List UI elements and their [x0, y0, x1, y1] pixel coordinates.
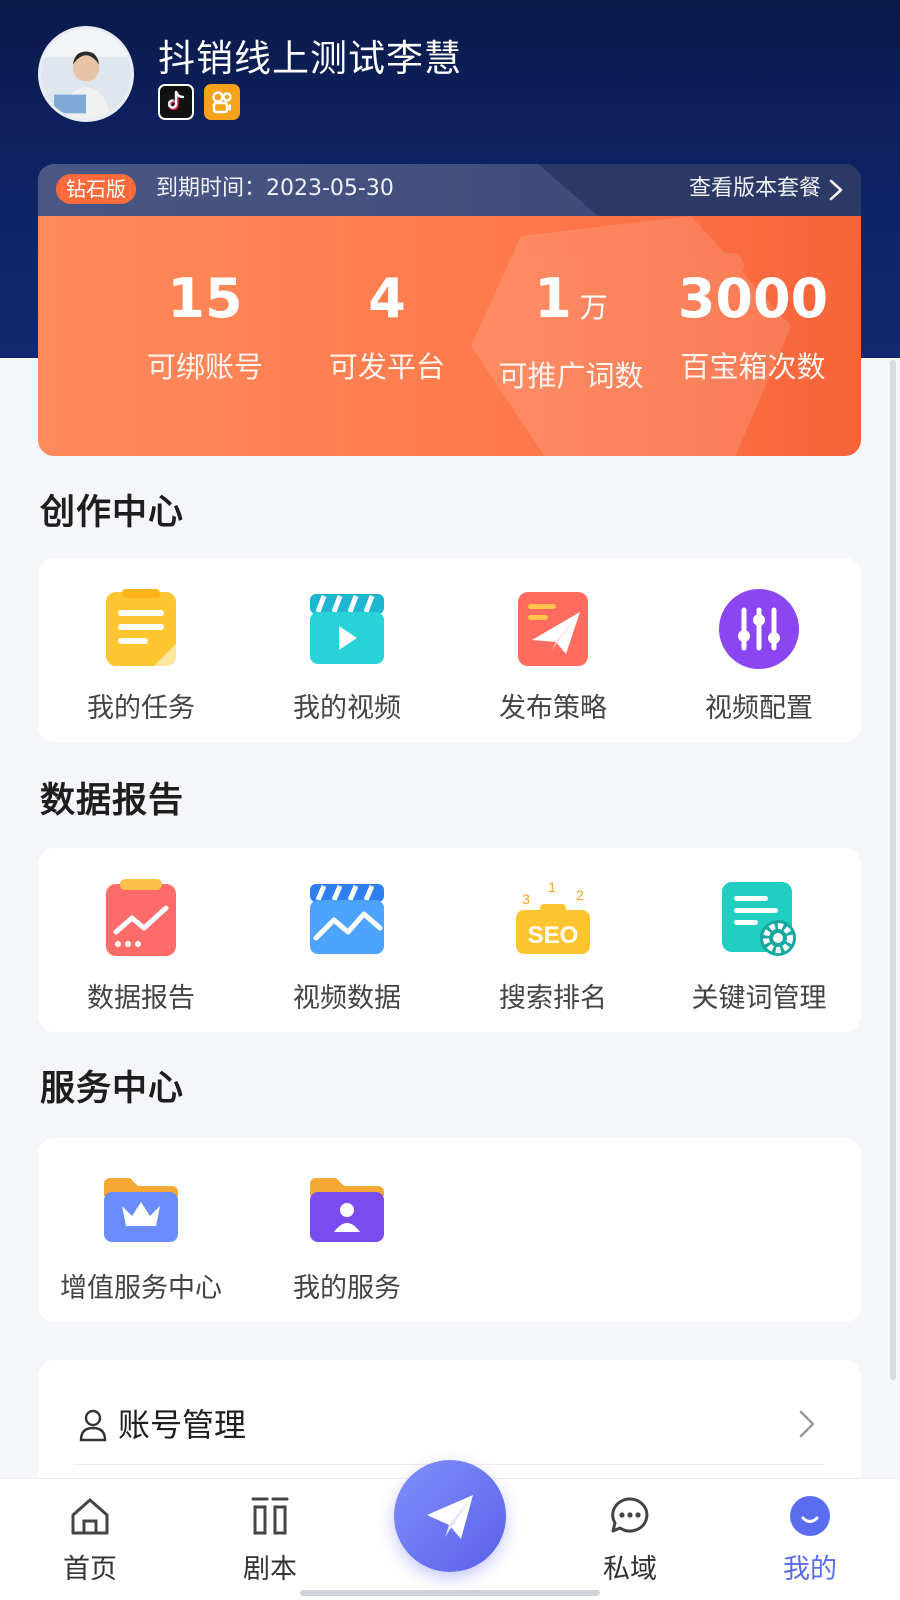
stat-toolbox: 3000 百宝箱次数: [658, 268, 848, 386]
paper-plane-icon: [518, 592, 588, 666]
section-title-service: 服务中心: [40, 1069, 185, 1109]
seo-rank-2: 2: [576, 887, 584, 903]
home-icon: [71, 1498, 109, 1535]
stat-label: 可绑账号: [146, 350, 263, 384]
tile-label: 关键词管理: [691, 983, 827, 1014]
scrollbar[interactable]: [890, 360, 896, 1380]
tile-my-services[interactable]: 我的服务: [244, 1168, 450, 1305]
tile-label: 发布策略: [499, 693, 607, 724]
section-title-creation: 创作中心: [40, 493, 185, 533]
seo-rank-3: 3: [522, 891, 530, 907]
user-photo-icon: [41, 29, 131, 119]
tile-my-videos[interactable]: 我的视频: [244, 588, 450, 725]
tab-label: 私域: [603, 1554, 657, 1585]
view-plan-link[interactable]: 查看版本套餐: [689, 174, 821, 204]
tile-label: 我的服务: [293, 1273, 401, 1304]
stat-accounts: 15 可绑账号: [110, 268, 300, 386]
chat-bubble-icon: [611, 1497, 649, 1533]
membership-stats: 15 可绑账号 4 可发平台 1万 可推广词数 3000 百宝箱次数: [38, 216, 861, 456]
script-icon: [251, 1497, 289, 1535]
sliders-icon: [719, 589, 799, 669]
user-outline-icon: [79, 1409, 107, 1442]
tab-label: 剧本: [243, 1554, 297, 1585]
chevron-right-icon: [799, 1410, 815, 1438]
stat-value: 4: [368, 267, 406, 330]
profile-icon: [790, 1496, 830, 1536]
stat-label: 百宝箱次数: [680, 350, 826, 384]
tab-label: 首页: [63, 1554, 117, 1585]
account-management-label: 账号管理: [118, 1406, 247, 1444]
expire-date: 到期时间：2023-05-30: [156, 176, 394, 201]
douyin-icon: [158, 84, 194, 120]
stat-value: 3000: [677, 267, 829, 330]
video-data-icon: [310, 884, 384, 954]
seo-icon: 1 2 3 SEO: [516, 879, 590, 954]
report-chart-icon: [106, 879, 176, 956]
tab-mine[interactable]: 我的: [750, 1493, 870, 1586]
section-title-data: 数据报告: [40, 781, 185, 821]
tile-label: 我的视频: [293, 693, 401, 724]
tile-video-config[interactable]: 视频配置: [656, 588, 862, 725]
tile-keyword-management[interactable]: 关键词管理: [656, 878, 862, 1015]
tile-video-data[interactable]: 视频数据: [244, 878, 450, 1015]
tile-label: 视频配置: [705, 693, 813, 724]
tab-private-domain[interactable]: 私域: [570, 1493, 690, 1586]
tab-label: 我的: [783, 1554, 837, 1585]
avatar[interactable]: [38, 26, 134, 122]
tile-label: 增值服务中心: [60, 1273, 222, 1304]
person-folder-icon: [310, 1178, 384, 1242]
seo-rank-1: 1: [548, 879, 556, 895]
task-note-icon: [106, 589, 176, 666]
creation-panel: 我的任务 我的视频 发布策略 视频配置: [38, 558, 861, 742]
kuaishou-icon: [204, 84, 240, 120]
data-panel: 数据报告 视频数据 1 2 3 SEO 搜索排名 关键词管理: [38, 848, 861, 1032]
stat-label: 可推广词数: [498, 359, 644, 393]
membership-strip: 钻石版 到期时间：2023-05-30 查看版本套餐: [38, 164, 861, 216]
membership-level-badge: 钻石版: [56, 174, 136, 204]
membership-card: 钻石版 到期时间：2023-05-30 查看版本套餐 15 可绑账号 4 可发平…: [38, 164, 861, 456]
stat-unit: 万: [579, 291, 608, 324]
service-panel: 增值服务中心 我的服务: [38, 1138, 861, 1322]
tab-home[interactable]: 首页: [30, 1493, 150, 1586]
username: 抖销线上测试李慧: [158, 37, 462, 80]
home-indicator: [300, 1590, 600, 1596]
tile-value-added-services[interactable]: 增值服务中心: [38, 1168, 244, 1305]
keyword-gear-icon: [722, 882, 796, 956]
tile-my-tasks[interactable]: 我的任务: [38, 588, 244, 725]
tile-label: 我的任务: [87, 693, 195, 724]
stat-platforms: 4 可发平台: [292, 268, 482, 386]
tile-publish-strategy[interactable]: 发布策略: [450, 588, 656, 725]
chevron-right-icon[interactable]: [825, 178, 847, 202]
crown-folder-icon: [104, 1178, 178, 1242]
tile-label: 搜索排名: [499, 983, 607, 1014]
tile-label: 数据报告: [87, 983, 195, 1014]
send-plane-icon: [427, 1495, 473, 1539]
stat-value: 15: [167, 267, 243, 330]
seo-text: SEO: [528, 922, 579, 949]
video-clapper-icon: [310, 594, 384, 664]
tab-script[interactable]: 剧本: [210, 1493, 330, 1586]
stat-value: 1: [534, 267, 572, 330]
publish-button[interactable]: [394, 1460, 506, 1572]
stat-label: 可发平台: [328, 350, 445, 384]
tile-label: 视频数据: [293, 983, 401, 1014]
stat-keywords: 1万 可推广词数: [476, 268, 666, 395]
tile-search-ranking[interactable]: 1 2 3 SEO 搜索排名: [450, 878, 656, 1015]
tile-data-report[interactable]: 数据报告: [38, 878, 244, 1015]
